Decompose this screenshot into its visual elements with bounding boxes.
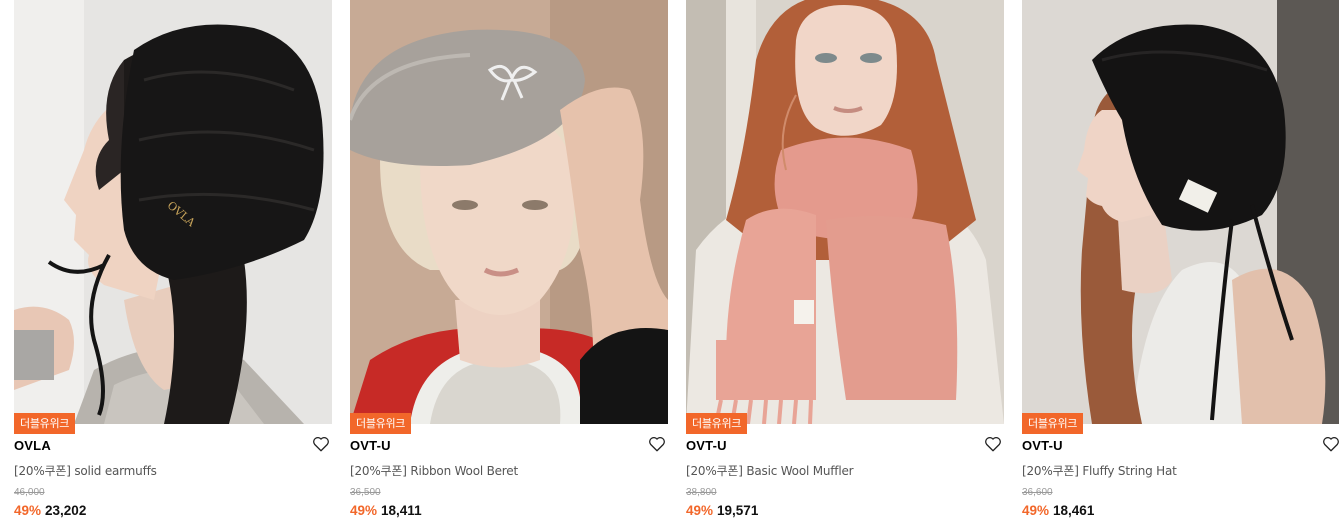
price-row: 49% 18,411 bbox=[350, 503, 422, 518]
sale-price: 23,202 bbox=[45, 503, 87, 518]
promo-badge: 더블유위크 bbox=[14, 413, 76, 434]
product-title[interactable]: [20%쿠폰] Fluffy String Hat bbox=[1022, 462, 1177, 479]
price-row: 49% 18,461 bbox=[1022, 503, 1094, 518]
heart-icon[interactable] bbox=[984, 435, 1002, 453]
price-row: 49% 23,202 bbox=[14, 503, 86, 518]
promo-badge: 더블유위크 bbox=[686, 413, 748, 434]
product-image[interactable] bbox=[686, 0, 1004, 424]
brand-name[interactable]: OVT-U bbox=[1022, 438, 1063, 453]
brand-name[interactable]: OVT-U bbox=[686, 438, 727, 453]
product-title[interactable]: [20%쿠폰] Basic Wool Muffler bbox=[686, 462, 854, 479]
product-image[interactable]: OVLA bbox=[14, 0, 332, 424]
product-title[interactable]: [20%쿠폰] Ribbon Wool Beret bbox=[350, 462, 518, 479]
price-row: 49% 19,571 bbox=[686, 503, 758, 518]
original-price: 46,000 bbox=[14, 487, 45, 498]
original-price: 38,800 bbox=[686, 487, 717, 498]
promo-badge: 더블유위크 bbox=[350, 413, 412, 434]
original-price: 36,600 bbox=[1022, 487, 1053, 498]
product-card[interactable]: OVLA 더블유위크 OVLA [20%쿠폰] solid earmuffs 4… bbox=[14, 0, 332, 526]
discount-rate: 49% bbox=[350, 503, 378, 518]
discount-rate: 49% bbox=[1022, 503, 1050, 518]
promo-badge: 더블유위크 bbox=[1022, 413, 1084, 434]
product-title[interactable]: [20%쿠폰] solid earmuffs bbox=[14, 462, 157, 479]
product-grid: OVLA 더블유위크 OVLA [20%쿠폰] solid earmuffs 4… bbox=[0, 0, 1339, 526]
heart-icon[interactable] bbox=[648, 435, 666, 453]
original-price: 36,500 bbox=[350, 487, 381, 498]
product-card[interactable]: 더블유위크 OVT-U [20%쿠폰] Fluffy String Hat 36… bbox=[1022, 0, 1339, 526]
brand-name[interactable]: OVT-U bbox=[350, 438, 391, 453]
product-card[interactable]: 더블유위크 OVT-U [20%쿠폰] Ribbon Wool Beret 36… bbox=[350, 0, 668, 526]
sale-price: 19,571 bbox=[717, 503, 759, 518]
sale-price: 18,461 bbox=[1053, 503, 1095, 518]
product-card[interactable]: 더블유위크 OVT-U [20%쿠폰] Basic Wool Muffler 3… bbox=[686, 0, 1004, 526]
brand-name[interactable]: OVLA bbox=[14, 438, 51, 453]
discount-rate: 49% bbox=[686, 503, 714, 518]
product-image[interactable] bbox=[350, 0, 668, 424]
heart-icon[interactable] bbox=[1322, 435, 1339, 453]
heart-icon[interactable] bbox=[312, 435, 330, 453]
discount-rate: 49% bbox=[14, 503, 42, 518]
product-image[interactable] bbox=[1022, 0, 1339, 424]
sale-price: 18,411 bbox=[381, 503, 422, 518]
